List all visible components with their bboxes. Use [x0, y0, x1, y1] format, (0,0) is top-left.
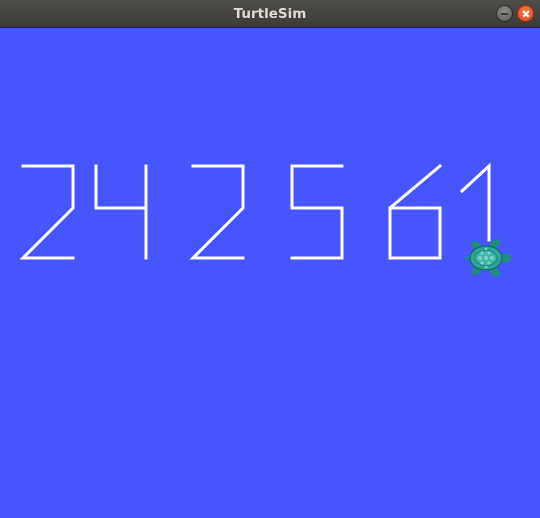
- turtle-icon[interactable]: [462, 237, 512, 278]
- turtlesim-window: TurtleSim: [0, 0, 540, 518]
- window-title: TurtleSim: [233, 6, 307, 22]
- digit-1-stroke: [459, 162, 491, 242]
- digit-2b-stroke: [189, 164, 245, 260]
- title-bar[interactable]: TurtleSim: [0, 0, 540, 28]
- pen-trails: [19, 162, 491, 260]
- drawing-surface: [19, 162, 512, 278]
- digit-2-stroke: [19, 164, 75, 260]
- digit-6-stroke: [388, 163, 443, 260]
- turtle-canvas: [0, 28, 540, 518]
- minimize-icon[interactable]: [496, 5, 513, 22]
- digit-4-stroke: [94, 164, 148, 210]
- close-icon[interactable]: [517, 5, 534, 22]
- digit-5-stroke: [290, 164, 344, 260]
